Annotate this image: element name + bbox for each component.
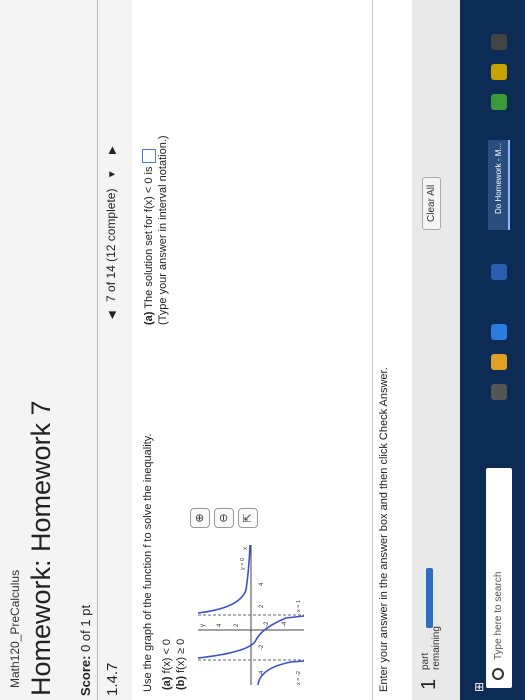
app-icon[interactable] xyxy=(491,34,507,50)
tick-label: -2 xyxy=(264,621,270,627)
divider xyxy=(372,0,373,700)
curve-right xyxy=(197,544,251,614)
zoom-out-icon[interactable]: ⊖ xyxy=(214,508,234,528)
windows-start-icon[interactable]: ⊞ xyxy=(472,682,486,692)
score: Score: 0 of 1 pt xyxy=(78,605,93,696)
asymptote-label: x = 1 xyxy=(296,600,302,612)
score-value: 0 of 1 pt xyxy=(78,604,93,652)
instruction-text: Enter your answer in the answer box and … xyxy=(378,367,390,692)
prev-question-icon[interactable]: ◀ xyxy=(107,305,118,325)
tick-label: -4 xyxy=(282,621,288,627)
tick-label: 4 xyxy=(259,582,265,586)
answer-hint: (Type your answer in interval notation.) xyxy=(157,135,170,325)
taskbar-search-box[interactable]: Type here to search xyxy=(486,468,512,688)
answer-area: (a) The solution set for f(x) < 0 is (Ty… xyxy=(142,135,170,325)
axis-label: x xyxy=(243,547,249,550)
edge-browser-icon[interactable] xyxy=(491,324,507,340)
next-question-icon[interactable]: ▶ xyxy=(107,140,118,160)
homework-title: Homework: Homework 7 xyxy=(26,400,56,696)
question-dropdown-icon[interactable]: ▼ xyxy=(107,163,118,185)
answer-prompt: (a) The solution set for f(x) < 0 is xyxy=(142,135,157,325)
part-a: (a) f(x) < 0 xyxy=(161,638,173,690)
word-icon[interactable] xyxy=(491,264,507,280)
question-progress-text: 7 of 14 (12 complete) xyxy=(104,188,118,302)
app-icon[interactable] xyxy=(491,64,507,80)
question-number: 1.4.7 xyxy=(104,662,121,696)
page-header: Math120_PreCalculus Homework: Homework 7… xyxy=(0,0,148,700)
taskbar-app-chrome[interactable]: Do Homework - M... xyxy=(488,140,510,230)
part-b: (b) f(x) ≥ 0 xyxy=(175,638,187,690)
parts-remaining-count: 1 xyxy=(418,678,440,690)
file-explorer-icon[interactable] xyxy=(491,354,507,370)
cortana-icon xyxy=(492,668,504,680)
question-nav: ◀ 7 of 14 (12 complete) ▼ ▶ xyxy=(104,140,118,325)
app-icon[interactable] xyxy=(491,94,507,110)
expand-icon[interactable]: ⇱ xyxy=(238,508,258,528)
asymptote-label: y = 0 xyxy=(240,558,246,570)
parts-remaining-label: part remaining xyxy=(420,626,442,670)
score-label: Score: xyxy=(78,655,93,696)
tick-label: -4 xyxy=(259,670,265,676)
search-placeholder: Type here to search xyxy=(493,571,504,660)
tick-label: -2 xyxy=(259,644,265,650)
course-name: Math120_PreCalculus xyxy=(8,569,22,688)
task-view-icon[interactable] xyxy=(491,384,507,400)
clear-all-button[interactable]: Clear All xyxy=(422,176,441,230)
tick-label: 4 xyxy=(217,623,223,627)
footer-bar: 1 part remaining Clear All xyxy=(412,0,460,700)
answer-input[interactable] xyxy=(142,149,157,164)
question-parts: (a) f(x) < 0 (b) f(x) ≥ 0 xyxy=(160,639,188,690)
asymptote-label: x = -2 xyxy=(296,671,302,685)
divider xyxy=(97,0,98,700)
progress-bar xyxy=(426,568,433,628)
zoom-in-icon[interactable]: ⊕ xyxy=(190,508,210,528)
tick-label: 2 xyxy=(234,623,240,627)
question-content: Use the graph of the function f to solve… xyxy=(132,0,412,700)
axis-label: y xyxy=(200,624,206,627)
screen: Math120_PreCalculus Homework: Homework 7… xyxy=(0,0,525,700)
question-prompt: Use the graph of the function f to solve… xyxy=(142,433,154,692)
tick-label: 2 xyxy=(259,604,265,608)
function-graph: -4 -2 2 4 4 2 -2 -4 y x x = -2 x = 1 y =… xyxy=(197,544,305,686)
